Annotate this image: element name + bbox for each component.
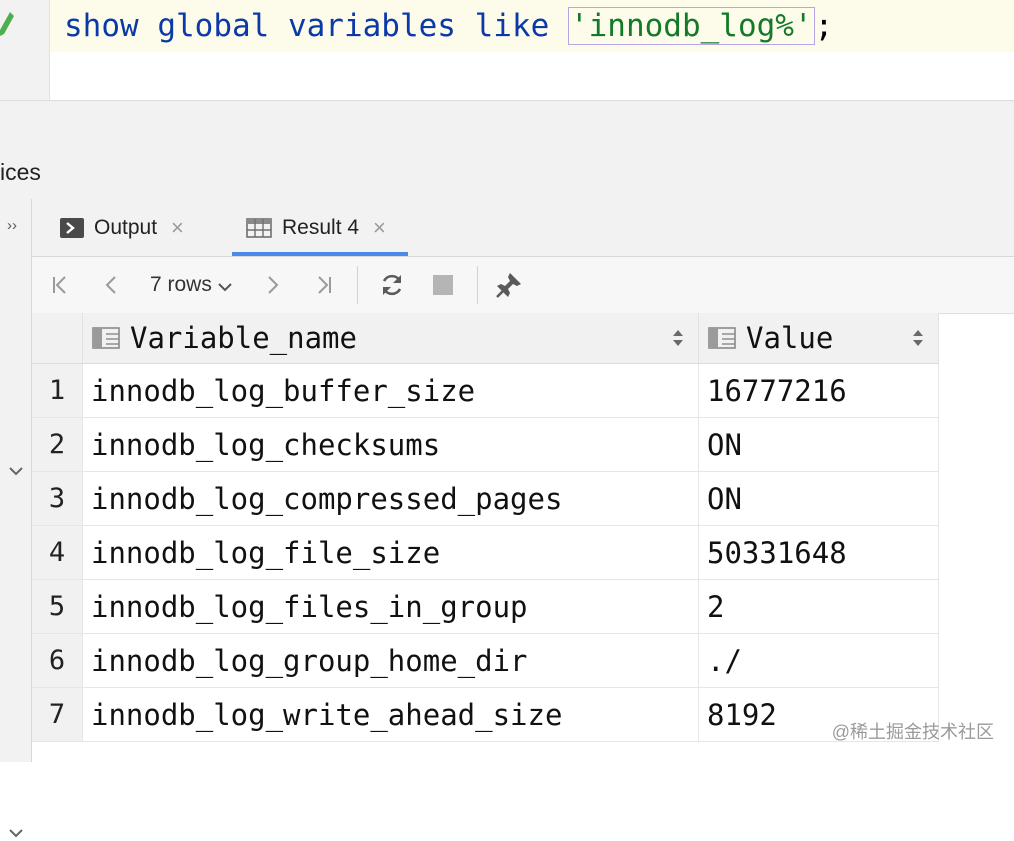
refresh-button[interactable] — [377, 271, 407, 299]
row-number: 2 — [32, 417, 83, 472]
next-page-button[interactable] — [260, 271, 286, 299]
sort-icon[interactable] — [672, 327, 684, 349]
table-row[interactable]: 6 innodb_log_group_home_dir ./ — [32, 633, 939, 688]
value-cell[interactable]: ON — [698, 417, 939, 472]
result-toolbar: 7 rows — [32, 257, 1014, 314]
variable-name-cell[interactable]: innodb_log_files_in_group — [82, 579, 699, 634]
row-number: 6 — [32, 633, 83, 688]
stop-icon — [433, 275, 453, 295]
sql-query[interactable]: show global variables like 'innodb_log%'… — [64, 4, 833, 48]
editor-separator — [0, 100, 1014, 148]
variable-name-cell[interactable]: innodb_log_group_home_dir — [82, 633, 699, 688]
tab-output-label: Output — [94, 215, 158, 239]
close-icon[interactable]: × — [171, 215, 184, 241]
variable-name-cell[interactable]: innodb_log_file_size — [82, 525, 699, 580]
expand-more-icon[interactable]: ›› — [7, 217, 17, 234]
first-page-button[interactable] — [46, 271, 74, 299]
sql-string-literal: 'innodb_log%' — [567, 7, 815, 45]
rows-count-dropdown[interactable]: 7 rows — [150, 271, 234, 299]
services-tree-strip: ›› — [0, 199, 32, 838]
row-number: 7 — [32, 687, 83, 742]
toolbar-divider — [477, 266, 478, 304]
sql-keyword-variables: variables — [287, 8, 456, 44]
column-header-variable-name[interactable]: Variable_name — [82, 313, 699, 364]
stop-button[interactable] — [430, 271, 456, 299]
column-icon — [92, 327, 120, 349]
sql-keyword-show: show — [64, 8, 139, 44]
value-cell[interactable]: 50331648 — [698, 525, 939, 580]
value-cell[interactable]: 2 — [698, 579, 939, 634]
column-header-label: Value — [746, 321, 834, 355]
sort-icon[interactable] — [912, 327, 924, 349]
last-page-button[interactable] — [310, 271, 338, 299]
refresh-icon — [382, 274, 402, 296]
pin-tab-button[interactable] — [494, 271, 524, 299]
table-grid-icon — [246, 217, 272, 238]
console-icon — [60, 217, 84, 238]
watermark: @稀土掘金技术社区 — [831, 722, 994, 742]
sql-editor[interactable]: show global variables like 'innodb_log%'… — [0, 0, 1014, 100]
value-cell[interactable]: ON — [698, 471, 939, 526]
chevron-left-icon — [105, 276, 116, 294]
previous-page-button[interactable] — [98, 271, 124, 299]
table-row[interactable]: 7 innodb_log_write_ahead_size 8192 — [32, 687, 939, 742]
chevron-down-icon[interactable] — [6, 463, 26, 479]
pin-icon — [496, 273, 521, 298]
sql-keyword-like: like — [474, 8, 550, 44]
table-row[interactable]: 2 innodb_log_checksums ON — [32, 417, 939, 472]
row-number: 3 — [32, 471, 83, 526]
row-number-header — [32, 313, 83, 364]
editor-gutter — [0, 0, 50, 100]
table-row[interactable]: 3 innodb_log_compressed_pages ON — [32, 471, 939, 526]
active-tab-indicator — [232, 252, 408, 256]
tab-result-label: Result 4 — [282, 215, 360, 239]
table-row[interactable]: 5 innodb_log_files_in_group 2 — [32, 579, 939, 634]
tab-result-4[interactable]: Result 4 × — [232, 199, 408, 256]
table-row[interactable]: 4 innodb_log_file_size 50331648 — [32, 525, 939, 580]
tab-output[interactable]: Output × — [60, 199, 184, 256]
close-icon[interactable]: × — [373, 215, 386, 241]
first-page-icon — [53, 276, 66, 294]
variable-name-cell[interactable]: innodb_log_compressed_pages — [82, 471, 699, 526]
results-tab-bar: Output × Result 4 × — [32, 199, 1014, 257]
variable-name-cell[interactable]: innodb_log_write_ahead_size — [82, 687, 699, 742]
services-title: ices — [0, 159, 41, 185]
chevron-down-icon[interactable] — [6, 825, 26, 841]
value-cell[interactable]: 16777216 — [698, 363, 939, 418]
column-icon — [708, 327, 736, 349]
variable-name-cell[interactable]: innodb_log_buffer_size — [82, 363, 699, 418]
rows-count-label: 7 rows — [150, 273, 212, 296]
table-row[interactable]: 1 innodb_log_buffer_size 16777216 — [32, 363, 939, 418]
last-page-icon — [318, 276, 331, 294]
sql-semicolon: ; — [814, 8, 834, 44]
value-cell[interactable]: ./ — [698, 633, 939, 688]
pencil-icon — [0, 12, 14, 36]
column-header-value[interactable]: Value — [698, 313, 939, 364]
row-number: 1 — [32, 363, 83, 418]
chevron-down-icon — [218, 283, 232, 292]
toolbar-divider — [357, 266, 358, 304]
column-header-label: Variable_name — [130, 321, 357, 355]
chevron-right-icon — [268, 276, 279, 294]
row-number: 4 — [32, 525, 83, 580]
grid-header-row: Variable_name Value — [32, 313, 939, 364]
row-number: 5 — [32, 579, 83, 634]
variable-name-cell[interactable]: innodb_log_checksums — [82, 417, 699, 472]
services-panel-header: ices — [0, 147, 1014, 200]
result-grid: Variable_name Value 1 innodb_log_buffer_… — [32, 313, 939, 742]
sql-keyword-global: global — [157, 8, 270, 44]
